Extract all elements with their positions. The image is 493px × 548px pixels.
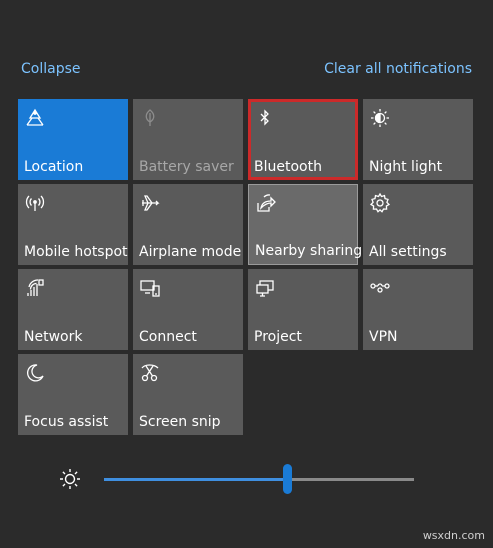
gear-icon [369, 192, 391, 214]
bluetooth-icon [254, 107, 276, 129]
tile-vpn[interactable]: VPN [363, 269, 473, 350]
tile-label: All settings [369, 244, 447, 260]
tile-label: Battery saver [139, 159, 234, 175]
project-icon [254, 277, 276, 299]
tile-label: Location [24, 159, 84, 175]
nearby-sharing-icon [255, 193, 277, 215]
tile-label: Mobile hotspot [24, 244, 128, 260]
airplane-icon [139, 192, 161, 214]
location-icon [24, 107, 46, 129]
tile-label: Project [254, 329, 302, 345]
tile-connect[interactable]: Connect [133, 269, 243, 350]
tile-label: Nearby sharing [255, 243, 363, 259]
tile-airplane-mode[interactable]: Airplane mode [133, 184, 243, 265]
tile-label: Airplane mode [139, 244, 242, 260]
tile-label: Focus assist [24, 414, 109, 430]
tile-network[interactable]: Network [18, 269, 128, 350]
brightness-icon [58, 467, 82, 491]
tile-label: Bluetooth [254, 159, 322, 175]
network-icon [24, 277, 46, 299]
tile-label: Connect [139, 329, 197, 345]
tile-night-light[interactable]: Night light [363, 99, 473, 180]
tile-all-settings[interactable]: All settings [363, 184, 473, 265]
watermark: wsxdn.com [422, 529, 485, 542]
tile-bluetooth[interactable]: Bluetooth [248, 99, 358, 180]
brightness-slider[interactable] [104, 464, 414, 494]
tile-location[interactable]: Location [18, 99, 128, 180]
tile-label: Night light [369, 159, 443, 175]
tile-screen-snip[interactable]: Screen snip [133, 354, 243, 435]
tile-project[interactable]: Project [248, 269, 358, 350]
collapse-link[interactable]: Collapse [21, 61, 81, 77]
screen-snip-icon [139, 362, 161, 384]
clear-all-notifications-link[interactable]: Clear all notifications [324, 61, 472, 77]
mobile-hotspot-icon [24, 192, 46, 214]
tile-focus-assist[interactable]: Focus assist [18, 354, 128, 435]
tile-label: VPN [369, 329, 398, 345]
tile-label: Network [24, 329, 83, 345]
tile-battery-saver[interactable]: Battery saver [133, 99, 243, 180]
battery-saver-icon [139, 107, 161, 129]
tile-label: Screen snip [139, 414, 221, 430]
moon-icon [24, 362, 46, 384]
night-light-icon [369, 107, 391, 129]
brightness-slider-thumb[interactable] [282, 464, 292, 494]
quick-actions-grid: Location Battery saver Bluetooth Night l… [18, 99, 473, 435]
vpn-icon [369, 277, 391, 299]
tile-nearby-sharing[interactable]: Nearby sharing [248, 184, 362, 265]
connect-icon [139, 277, 161, 299]
tile-mobile-hotspot[interactable]: Mobile hotspot [18, 184, 128, 265]
brightness-slider-fill [104, 478, 287, 481]
